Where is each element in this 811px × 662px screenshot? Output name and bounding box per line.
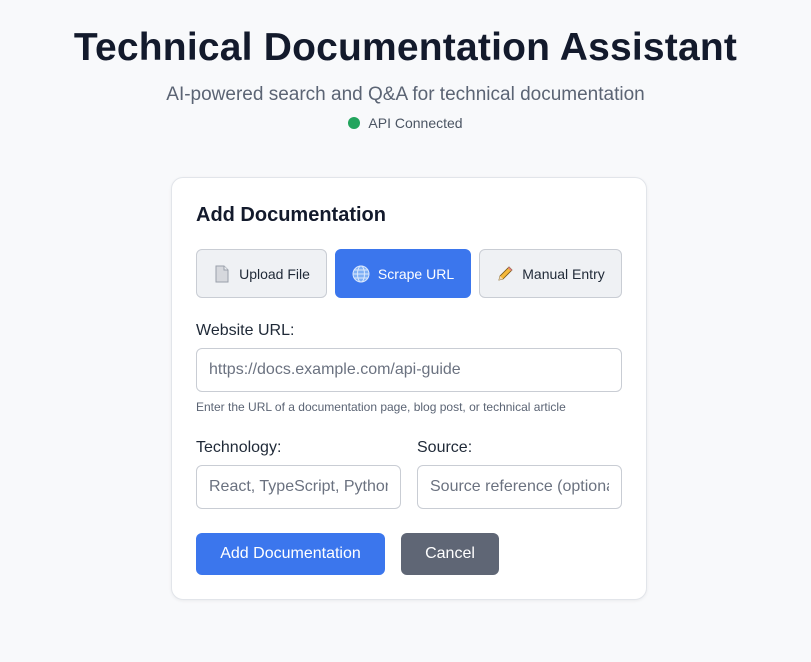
website-url-label: Website URL: <box>196 322 295 339</box>
url-help-text: Enter the URL of a documentation page, b… <box>196 400 566 414</box>
tab-upload-file[interactable]: Upload File <box>196 249 327 298</box>
page-subtitle: AI-powered search and Q&A for technical … <box>166 84 645 105</box>
page-title: Technical Documentation Assistant <box>73 26 738 69</box>
tab-scrape-url[interactable]: Scrape URL <box>335 249 471 298</box>
technology-label: Technology: <box>196 439 282 456</box>
tab-label: Manual Entry <box>522 265 605 282</box>
page-header: Technical Documentation Assistant AI-pow… <box>0 0 811 131</box>
tab-label: Upload File <box>239 265 310 282</box>
add-documentation-card: Add Documentation Upload File Scrape URL… <box>171 177 647 600</box>
globe-icon <box>352 265 370 283</box>
status-text: API Connected <box>368 115 463 131</box>
website-url-input[interactable] <box>196 348 622 392</box>
technology-input[interactable] <box>196 465 401 509</box>
pencil-icon <box>496 265 514 283</box>
file-icon <box>213 265 231 283</box>
source-label: Source: <box>417 439 473 456</box>
source-tabs: Upload File Scrape URL Manual Entry <box>196 249 622 298</box>
tab-manual-entry[interactable]: Manual Entry <box>479 249 622 298</box>
card-title: Add Documentation <box>196 204 386 226</box>
source-input[interactable] <box>417 465 622 509</box>
status-dot-icon <box>348 117 361 129</box>
cancel-button[interactable]: Cancel <box>401 533 499 575</box>
api-status: API Connected <box>0 115 811 131</box>
tab-label: Scrape URL <box>377 265 455 282</box>
add-documentation-button[interactable]: Add Documentation <box>196 533 385 575</box>
